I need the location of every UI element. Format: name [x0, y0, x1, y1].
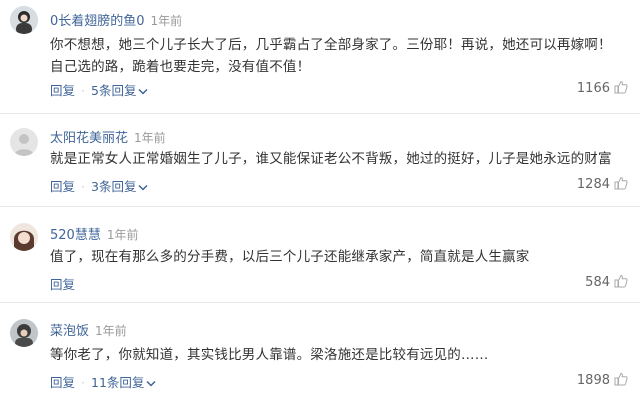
like-button[interactable]: 1898: [577, 372, 628, 388]
comment-username[interactable]: 520慧慧 1年前: [50, 224, 138, 243]
reply-button[interactable]: 回复: [50, 277, 75, 292]
comment-time: 1年前: [134, 131, 166, 145]
like-count: 584: [585, 275, 610, 290]
avatar[interactable]: [10, 128, 38, 156]
thumbs-up-icon[interactable]: [614, 176, 628, 190]
comment-username[interactable]: 太阳花美丽花 1年前: [50, 127, 166, 146]
reply-count-text[interactable]: 11条回复: [91, 375, 144, 390]
reply-button[interactable]: 回复: [50, 179, 75, 194]
like-count: 1166: [576, 81, 610, 96]
username-text[interactable]: 菜泡饭: [50, 324, 89, 339]
comment-text: 等你老了，你就知道，其实钱比男人靠谱。梁洛施还是比较有远见的……: [50, 347, 489, 363]
thumbs-up-icon[interactable]: [614, 274, 628, 288]
reply-count-text[interactable]: 5条回复: [91, 83, 136, 98]
comment-username[interactable]: 菜泡饭 1年前: [50, 320, 127, 339]
avatar-image: [10, 319, 38, 347]
chevron-down-icon[interactable]: [138, 184, 148, 192]
comment-text: 你不想想，她三个儿子长大了后，几乎霸占了全部身家了。三份耶！再说，她还可以再嫁啊…: [50, 37, 612, 75]
comment-item: 520慧慧 1年前 值了，现在有那么多的分手费，以后三个儿子还能继承家产，简直就是…: [0, 207, 640, 301]
action-separator: ·: [81, 83, 85, 98]
avatar-image: [10, 223, 38, 251]
reply-count-toggle[interactable]: 11条回复: [91, 375, 156, 390]
reply-button[interactable]: 回复: [50, 83, 75, 98]
comment-actions: 回复: [50, 274, 75, 293]
comment-text: 值了，现在有那么多的分手费，以后三个儿子还能继承家产，简直就是人生赢家: [50, 249, 530, 265]
thumbs-up-icon[interactable]: [614, 80, 628, 94]
chevron-down-icon[interactable]: [146, 380, 156, 388]
default-avatar-icon: [10, 128, 38, 156]
reply-count-toggle[interactable]: 3条回复: [91, 179, 148, 194]
username-text[interactable]: 0长着翅膀的鱼0: [50, 14, 145, 29]
avatar[interactable]: [10, 319, 38, 347]
reply-button[interactable]: 回复: [50, 375, 75, 390]
comment-item: 0长着翅膀的鱼0 1年前 你不想想，她三个儿子长大了后，几乎霸占了全部身家了。三份…: [0, 0, 640, 112]
thumbs-up-icon[interactable]: [614, 372, 628, 386]
like-count: 1284: [576, 177, 610, 192]
like-button[interactable]: 1284: [577, 176, 628, 192]
reply-count-text[interactable]: 3条回复: [91, 179, 136, 194]
chevron-down-icon[interactable]: [138, 88, 148, 96]
comment-time: 1年前: [95, 324, 127, 338]
like-button[interactable]: 1166: [577, 80, 628, 96]
comment-time: 1年前: [150, 14, 183, 28]
comment-item: 菜泡饭 1年前 等你老了，你就知道，其实钱比男人靠谱。梁洛施还是比较有远见的…… …: [0, 303, 640, 408]
avatar[interactable]: [10, 6, 38, 34]
avatar[interactable]: [10, 223, 38, 251]
like-count: 1898: [576, 373, 610, 388]
comment-actions: 回复 · 3条回复: [50, 176, 148, 195]
like-button[interactable]: 584: [585, 274, 628, 290]
action-separator: ·: [81, 179, 85, 194]
comment-actions: 回复 · 11条回复: [50, 372, 156, 391]
username-text[interactable]: 520慧慧: [50, 228, 101, 243]
comment-actions: 回复 · 5条回复: [50, 80, 148, 99]
reply-count-toggle[interactable]: 5条回复: [91, 83, 148, 98]
comment-item: 太阳花美丽花 1年前 就是正常女人正常婚姻生了儿子，谁又能保证老公不背叛，她过的挺…: [0, 114, 640, 206]
username-text[interactable]: 太阳花美丽花: [50, 131, 128, 146]
comment-time: 1年前: [106, 228, 139, 242]
avatar-image: [10, 6, 38, 34]
comment-username[interactable]: 0长着翅膀的鱼0 1年前: [50, 10, 182, 29]
comment-text: 就是正常女人正常婚姻生了儿子，谁又能保证老公不背叛，她过的挺好，儿子是她永远的财…: [50, 151, 612, 167]
action-separator: ·: [81, 375, 85, 390]
